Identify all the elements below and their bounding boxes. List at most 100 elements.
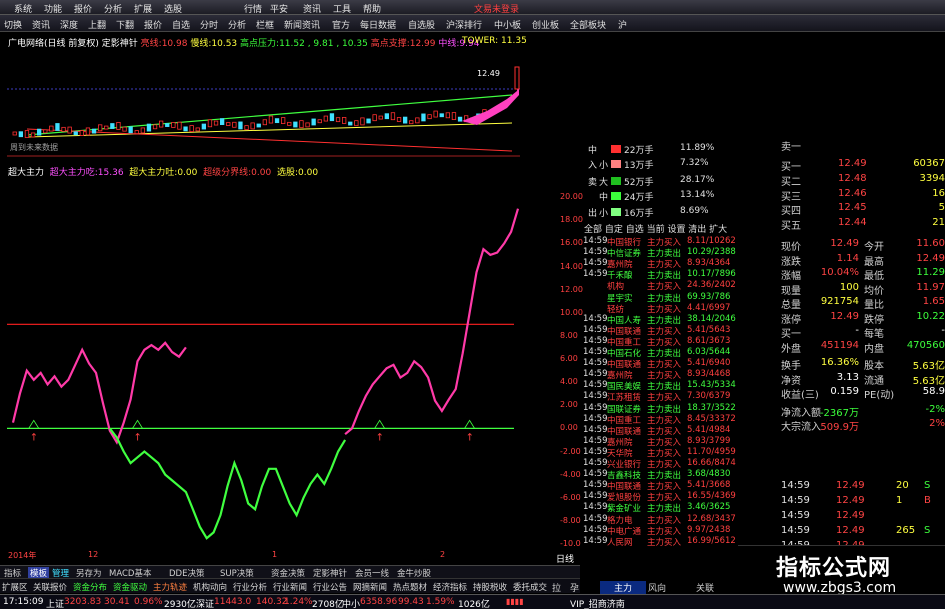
kline-info: 广电网络(日线 前复权) 定影神针 亮线:10.98 慢线:10.53 高点压力… <box>8 36 479 49</box>
status-sh-label[interactable]: 上证 <box>46 597 64 609</box>
bid-level-label: 买五 <box>781 221 801 233</box>
toolbar-item-2[interactable]: 深度 <box>60 18 78 31</box>
trade-row: 14:59 12.49 1 B <box>776 495 945 509</box>
toolbar-item-11[interactable]: 官方 <box>332 18 350 31</box>
kline-l1-label: 亮线: <box>140 39 162 49</box>
indicator-panel[interactable]: ↑ ↑ ↑ ↑ <box>7 158 520 548</box>
y-tick-label: -8.00 <box>560 515 581 525</box>
toolbar-item-1[interactable]: 资讯 <box>32 18 50 31</box>
status-zx-label[interactable]: 中小 <box>342 597 360 609</box>
toolbar-item-17[interactable]: 全部板块 <box>570 18 606 31</box>
date-label-c: 1 <box>272 550 278 559</box>
quote-stat-row: 现量 100 均价 11.97 <box>776 282 945 297</box>
extension-tab-5[interactable]: 机构动向 <box>193 581 227 593</box>
toolbar-item-5[interactable]: 报价 <box>144 18 162 31</box>
indicator-d-value: 0.00 <box>298 168 319 178</box>
toolbar-item-7[interactable]: 分时 <box>200 18 218 31</box>
toolbar-item-3[interactable]: 上翻 <box>88 18 106 31</box>
toolbar-item-15[interactable]: 中小板 <box>494 18 521 31</box>
bid-level-row[interactable]: 买五 12.44 21 <box>776 217 945 233</box>
quote-stat-value2: 5.63亿 <box>912 375 945 387</box>
tick-time: 14:59 <box>583 435 608 446</box>
extension-tab-6[interactable]: 行业分析 <box>233 581 267 593</box>
kline-candle <box>409 120 414 125</box>
tick-time: 14:59 <box>583 446 608 457</box>
quote-stat-value: 10.04% <box>820 267 859 278</box>
indicator-d-label: 选股: <box>276 168 298 178</box>
kline-candle <box>427 114 432 120</box>
kline-candle <box>177 121 182 130</box>
extension-tab-9[interactable]: 网摘新闻 <box>353 581 387 593</box>
toolbar-item-0[interactable]: 切换 <box>4 18 22 31</box>
extension-tab-11[interactable]: 经济指标 <box>433 581 467 593</box>
toolbar-item-13[interactable]: 自选股 <box>408 18 435 31</box>
status-signal-icon[interactable]: ▮▮▮▮ <box>506 597 524 606</box>
side-tab-related[interactable]: 关联 <box>696 581 714 594</box>
side-tab-wind[interactable]: 风向 <box>648 581 666 594</box>
kline-l2-value: 10.53 <box>211 39 238 49</box>
extension-tab-1[interactable]: 关联报价 <box>33 581 67 593</box>
side-tab-1[interactable]: 孕 <box>570 581 579 594</box>
tick-time: 14:59 <box>583 236 608 246</box>
toolbar-item-9[interactable]: 栏框 <box>256 18 274 31</box>
menu-item-select-stock[interactable]: 选股 <box>164 2 182 15</box>
menu-item-tools[interactable]: 工具 <box>333 2 351 15</box>
menu-item-quote[interactable]: 报价 <box>74 2 92 15</box>
quote-stat-value: 1.14 <box>836 252 859 264</box>
bid-level-row[interactable]: 买一 12.49 60367 <box>776 158 945 173</box>
toolbar-item-18[interactable]: 沪 <box>618 18 627 31</box>
extension-tab-13[interactable]: 委托成交 <box>513 581 547 593</box>
toolbar-item-10[interactable]: 新闻资讯 <box>284 18 320 31</box>
menu-item-market[interactable]: 行情 <box>244 2 262 15</box>
menu-item-news[interactable]: 资讯 <box>303 2 321 15</box>
tick-value: 8.93/3799 <box>687 435 731 446</box>
kline-candle <box>384 113 390 120</box>
quote-stat-label: 外盘 <box>781 343 801 355</box>
menu-item-help[interactable]: 帮助 <box>363 2 381 15</box>
menu-item-extend[interactable]: 扩展 <box>134 2 152 15</box>
bid-level-row[interactable]: 买四 12.45 5 <box>776 202 945 217</box>
kline-panel[interactable] <box>7 33 520 157</box>
menu-item-pingan[interactable]: 平安 <box>270 2 288 15</box>
menu-item-system[interactable]: 系统 <box>14 2 32 15</box>
trade-volume: 20 <box>896 480 909 491</box>
flow-row-tag: 卖 <box>588 178 598 188</box>
login-status[interactable]: 文易未登录 <box>474 2 519 15</box>
flow-row-pct: 8.69% <box>680 206 709 216</box>
quote-stat-label2: 跌停 <box>864 314 884 326</box>
tick-value: 24.36/2402 <box>687 280 736 291</box>
toolbar-item-8[interactable]: 分析 <box>228 18 246 31</box>
period-label[interactable]: 日线 <box>556 552 574 565</box>
quote-stat-label: 涨跌 <box>781 256 801 268</box>
side-tab-0[interactable]: 拉 <box>552 581 561 594</box>
extension-tab-0[interactable]: 扩展区 <box>2 581 28 593</box>
quote-stat-label2: 量比 <box>864 300 884 311</box>
toolbar-item-12[interactable]: 每日数据 <box>360 18 396 31</box>
bid-level-row[interactable]: 买三 12.46 16 <box>776 188 945 203</box>
kline-price-mark: 12.49 <box>477 69 500 78</box>
flow-tabs[interactable]: 全部 自定 自选 当前 设置 清出 扩大 <box>584 222 727 235</box>
toolbar-item-6[interactable]: 自选 <box>172 18 190 31</box>
toolbar-item-14[interactable]: 沪深排行 <box>446 18 482 31</box>
extension-tab-4[interactable]: 主力轨迹 <box>153 581 187 593</box>
kline-last-candle <box>514 66 520 90</box>
toolbar-item-16[interactable]: 创业板 <box>532 18 559 31</box>
menu-item-analysis[interactable]: 分析 <box>104 2 122 15</box>
extension-tab-7[interactable]: 行业新闻 <box>273 581 307 593</box>
tick-value: 5.41/5643 <box>687 324 731 335</box>
extension-tab-2[interactable]: 资金分布 <box>73 581 107 593</box>
extension-tab-10[interactable]: 热点题材 <box>393 581 427 593</box>
extension-tab-3[interactable]: 资金驱动 <box>113 581 147 593</box>
kline-candle <box>390 112 396 121</box>
extension-tab-12[interactable]: 持股税收 <box>473 581 507 593</box>
quote-stat-value2: 470560 <box>906 339 945 351</box>
menu-item-function[interactable]: 功能 <box>44 2 62 15</box>
bid-level-price: 12.49 <box>838 158 867 169</box>
status-sz-label[interactable]: 深证 <box>196 597 214 609</box>
bid-level-row[interactable]: 买二 12.48 3394 <box>776 173 945 188</box>
toolbar-item-4[interactable]: 下翻 <box>116 18 134 31</box>
side-tab-main[interactable]: 主力 <box>600 581 647 594</box>
status-vip[interactable]: VIP_招商济南 <box>570 597 625 609</box>
quote-stat-label2: 最低 <box>864 271 884 282</box>
extension-tab-8[interactable]: 行业公告 <box>313 581 347 593</box>
